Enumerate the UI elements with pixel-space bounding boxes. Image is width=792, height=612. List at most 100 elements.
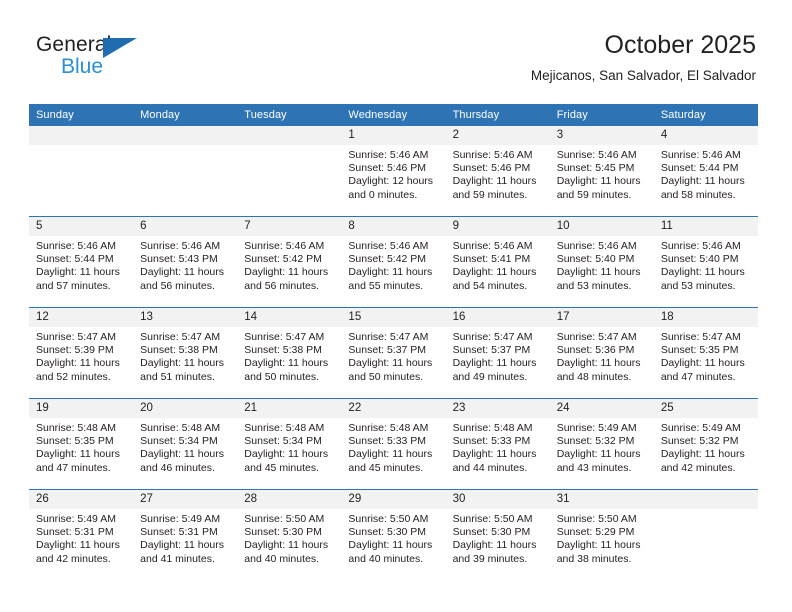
daylight-text-line1: Daylight: 11 hours	[348, 539, 433, 552]
daylight-text-line2: and 51 minutes.	[140, 370, 215, 383]
calendar-week-row: 5 Sunrise: 5:46 AM Sunset: 5:44 PM Daylight…	[29, 216, 758, 308]
calendar-day-cell[interactable]: 1 Sunrise: 5:46 AM Sunset: 5:46 PM Daylight…	[341, 126, 446, 217]
calendar-day-cell[interactable]: 22 Sunrise: 5:48 AM Sunset: 5:33 PM Dayligh…	[341, 398, 446, 490]
day-details	[29, 145, 133, 149]
daylight-text-line2: and 45 minutes.	[348, 461, 424, 474]
weekday-header-tuesday: Tuesday	[237, 104, 342, 126]
day-details: Sunrise: 5:49 AM Sunset: 5:31 PM Daylight:…	[29, 509, 133, 566]
daylight-text-line1: Daylight: 11 hours	[452, 175, 537, 188]
daylight-text-line2: and 40 minutes.	[244, 552, 319, 565]
daylight-text-line2: and 38 minutes.	[556, 552, 632, 565]
sunrise-text: Sunrise: 5:49 AM	[660, 422, 741, 434]
day-number: 14	[237, 308, 342, 327]
calendar-day-cell[interactable]: 29 Sunrise: 5:50 AM Sunset: 5:30 PM Dayligh…	[341, 489, 446, 580]
calendar-day-cell[interactable]: 9 Sunrise: 5:46 AM Sunset: 5:41 PM Daylight…	[445, 216, 550, 308]
day-number: 6	[133, 217, 238, 236]
calendar-day-cell[interactable]: 11 Sunrise: 5:46 AM Sunset: 5:40 PM Dayligh…	[653, 216, 758, 308]
title-block: October 2025 Mejicanos, San Salvador, El…	[531, 30, 756, 84]
calendar-day-cell[interactable]: 6 Sunrise: 5:46 AM Sunset: 5:43 PM Daylight…	[133, 216, 238, 308]
calendar-day-cell-empty	[29, 126, 134, 217]
calendar-day-cell[interactable]: 16 Sunrise: 5:47 AM Sunset: 5:37 PM Dayligh…	[445, 307, 550, 399]
calendar-day-cell[interactable]: 25 Sunrise: 5:49 AM Sunset: 5:32 PM Dayligh…	[653, 398, 758, 490]
calendar-day-cell[interactable]: 14 Sunrise: 5:47 AM Sunset: 5:38 PM Dayligh…	[237, 307, 342, 399]
sunrise-text: Sunrise: 5:49 AM	[36, 513, 116, 525]
day-number: 17	[549, 308, 654, 327]
daylight-text-line1: Daylight: 11 hours	[348, 448, 433, 461]
calendar-day-cell[interactable]: 18 Sunrise: 5:47 AM Sunset: 5:35 PM Dayligh…	[653, 307, 758, 399]
daylight-text-line2: and 53 minutes.	[556, 279, 632, 292]
daylight-text-line1: Daylight: 11 hours	[348, 266, 433, 279]
calendar-day-cell[interactable]: 12 Sunrise: 5:47 AM Sunset: 5:39 PM Dayligh…	[29, 307, 134, 399]
daylight-text-line2: and 42 minutes.	[660, 461, 736, 474]
day-number: 25	[653, 399, 758, 418]
day-details: Sunrise: 5:46 AM Sunset: 5:43 PM Daylight:…	[133, 236, 237, 293]
day-details: Sunrise: 5:47 AM Sunset: 5:37 PM Daylight:…	[341, 327, 445, 384]
calendar-day-cell[interactable]: 8 Sunrise: 5:46 AM Sunset: 5:42 PM Daylight…	[341, 216, 446, 308]
calendar-day-cell[interactable]: 4 Sunrise: 5:46 AM Sunset: 5:44 PM Daylight…	[653, 126, 758, 217]
day-number: 9	[445, 217, 550, 236]
day-details: Sunrise: 5:49 AM Sunset: 5:32 PM Daylight:…	[550, 418, 654, 475]
sunset-text: Sunset: 5:35 PM	[36, 435, 114, 448]
calendar-header-row: Sunday Monday Tuesday Wednesday Thursday…	[29, 104, 758, 126]
sunset-text: Sunset: 5:32 PM	[556, 435, 635, 448]
weekday-header-sunday: Sunday	[29, 104, 134, 126]
calendar-day-cell[interactable]: 21 Sunrise: 5:48 AM Sunset: 5:34 PM Dayligh…	[237, 398, 342, 490]
calendar-day-cell[interactable]: 15 Sunrise: 5:47 AM Sunset: 5:37 PM Dayligh…	[341, 307, 446, 399]
daylight-text-line1: Daylight: 11 hours	[452, 266, 537, 279]
day-number: 18	[653, 308, 758, 327]
calendar-day-cell[interactable]: 13 Sunrise: 5:47 AM Sunset: 5:38 PM Dayligh…	[133, 307, 238, 399]
calendar-week-row: 19 Sunrise: 5:48 AM Sunset: 5:35 PM Dayligh…	[29, 398, 758, 490]
calendar-day-cell[interactable]: 27 Sunrise: 5:49 AM Sunset: 5:31 PM Dayligh…	[133, 489, 238, 580]
daylight-text-line2: and 58 minutes.	[660, 188, 736, 201]
sunrise-text: Sunrise: 5:48 AM	[140, 422, 221, 434]
day-details: Sunrise: 5:46 AM Sunset: 5:42 PM Daylight:…	[341, 236, 445, 293]
sunrise-text: Sunrise: 5:46 AM	[660, 149, 741, 161]
daylight-text-line1: Daylight: 11 hours	[452, 539, 537, 552]
calendar-day-cell[interactable]: 7 Sunrise: 5:46 AM Sunset: 5:42 PM Daylight…	[237, 216, 342, 308]
daylight-text-line1: Daylight: 11 hours	[348, 357, 433, 370]
calendar-day-cell[interactable]: 24 Sunrise: 5:49 AM Sunset: 5:32 PM Dayligh…	[549, 398, 654, 490]
calendar-day-cell[interactable]: 5 Sunrise: 5:46 AM Sunset: 5:44 PM Daylight…	[29, 216, 134, 308]
calendar-day-cell[interactable]: 2 Sunrise: 5:46 AM Sunset: 5:46 PM Daylight…	[445, 126, 550, 217]
sunset-text: Sunset: 5:31 PM	[36, 526, 114, 539]
sunset-text: Sunset: 5:44 PM	[660, 162, 739, 175]
day-details: Sunrise: 5:46 AM Sunset: 5:44 PM Daylight:…	[654, 145, 758, 202]
sunrise-text: Sunrise: 5:46 AM	[36, 240, 116, 252]
calendar-day-cell[interactable]: 17 Sunrise: 5:47 AM Sunset: 5:36 PM Dayligh…	[549, 307, 654, 399]
sunrise-text: Sunrise: 5:47 AM	[244, 331, 325, 343]
day-number	[237, 126, 342, 145]
daylight-text-line2: and 47 minutes.	[36, 461, 111, 474]
calendar-day-cell[interactable]: 26 Sunrise: 5:49 AM Sunset: 5:31 PM Dayligh…	[29, 489, 134, 580]
calendar-day-cell[interactable]: 3 Sunrise: 5:46 AM Sunset: 5:45 PM Daylight…	[549, 126, 654, 217]
calendar-day-cell[interactable]: 30 Sunrise: 5:50 AM Sunset: 5:30 PM Dayligh…	[445, 489, 550, 580]
calendar-day-cell[interactable]: 31 Sunrise: 5:50 AM Sunset: 5:29 PM Dayligh…	[549, 489, 654, 580]
sunset-text: Sunset: 5:33 PM	[452, 435, 531, 448]
day-details: Sunrise: 5:46 AM Sunset: 5:46 PM Daylight:…	[446, 145, 550, 202]
day-details: Sunrise: 5:49 AM Sunset: 5:32 PM Daylight:…	[654, 418, 758, 475]
day-number	[29, 126, 134, 145]
calendar-day-cell[interactable]: 23 Sunrise: 5:48 AM Sunset: 5:33 PM Dayligh…	[445, 398, 550, 490]
day-details: Sunrise: 5:47 AM Sunset: 5:38 PM Daylight:…	[133, 327, 237, 384]
daylight-text-line1: Daylight: 11 hours	[36, 448, 120, 461]
page-subtitle: Mejicanos, San Salvador, El Salvador	[530, 68, 756, 83]
calendar-day-cell[interactable]: 19 Sunrise: 5:48 AM Sunset: 5:35 PM Dayligh…	[29, 398, 134, 490]
day-number: 13	[133, 308, 238, 327]
sunrise-text: Sunrise: 5:47 AM	[660, 331, 741, 343]
day-details: Sunrise: 5:48 AM Sunset: 5:34 PM Daylight:…	[237, 418, 341, 475]
calendar-body: 1 Sunrise: 5:46 AM Sunset: 5:46 PM Daylight…	[29, 126, 758, 580]
calendar-day-cell[interactable]: 28 Sunrise: 5:50 AM Sunset: 5:30 PM Dayligh…	[237, 489, 342, 580]
weekday-header-friday: Friday	[549, 104, 654, 126]
day-details: Sunrise: 5:47 AM Sunset: 5:36 PM Daylight:…	[550, 327, 654, 384]
calendar-day-cell[interactable]: 10 Sunrise: 5:46 AM Sunset: 5:40 PM Dayligh…	[549, 216, 654, 308]
sunset-text: Sunset: 5:37 PM	[348, 344, 427, 357]
daylight-text-line2: and 43 minutes.	[556, 461, 632, 474]
sunrise-text: Sunrise: 5:49 AM	[140, 513, 221, 525]
daylight-text-line1: Daylight: 11 hours	[660, 175, 745, 188]
sunset-text: Sunset: 5:41 PM	[452, 253, 531, 266]
daylight-text-line2: and 48 minutes.	[556, 370, 632, 383]
daylight-text-line1: Daylight: 11 hours	[36, 266, 120, 279]
day-number	[133, 126, 238, 145]
calendar-day-cell[interactable]: 20 Sunrise: 5:48 AM Sunset: 5:34 PM Dayligh…	[133, 398, 238, 490]
sunset-text: Sunset: 5:34 PM	[140, 435, 218, 448]
sunrise-text: Sunrise: 5:46 AM	[348, 149, 429, 161]
